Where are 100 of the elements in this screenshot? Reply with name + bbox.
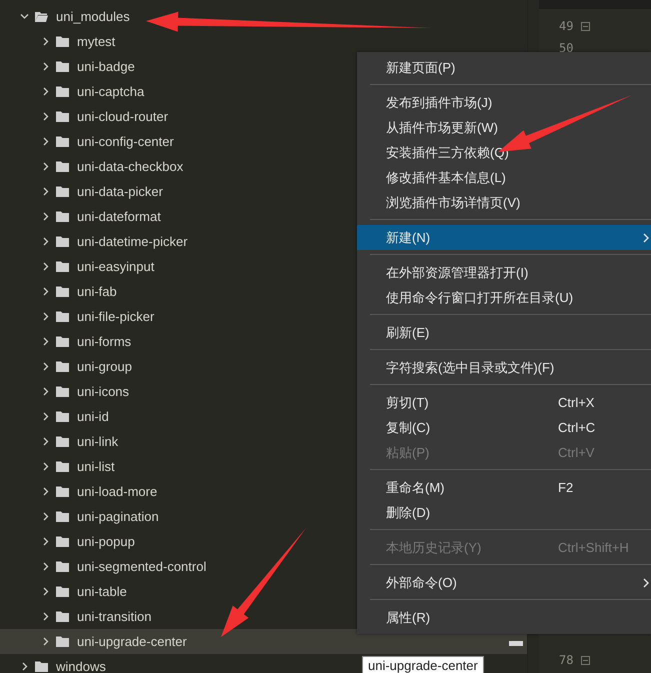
folder-name[interactable]: uni_modules [56, 9, 130, 24]
chevron-right-icon[interactable] [41, 312, 50, 321]
folder-name[interactable]: uni-data-picker [77, 184, 163, 199]
menu-item[interactable]: 从插件市场更新(W) [357, 115, 651, 140]
folder-name[interactable]: uni-badge [77, 59, 135, 74]
folder-icon [56, 336, 69, 347]
line-number: 78 [559, 653, 574, 667]
folder-name[interactable]: uni-fab [77, 284, 117, 299]
folder-icon [56, 486, 69, 497]
folder-icon [56, 461, 69, 472]
folder-icon [56, 86, 69, 97]
fold-icon[interactable] [581, 656, 590, 664]
folder-name[interactable]: uni-captcha [77, 84, 144, 99]
folder-icon [56, 636, 69, 647]
chevron-right-icon[interactable] [41, 437, 50, 446]
folder-name[interactable]: uni-transition [77, 609, 152, 624]
folder-name[interactable]: uni-link [77, 434, 118, 449]
chevron-right-icon[interactable] [41, 412, 50, 421]
chevron-right-icon[interactable] [41, 562, 50, 571]
chevron-right-icon[interactable] [41, 37, 50, 46]
folder-icon [56, 536, 69, 547]
chevron-right-icon[interactable] [20, 662, 29, 671]
folder-icon [56, 561, 69, 572]
chevron-right-icon[interactable] [41, 112, 50, 121]
folder-name[interactable]: uni-cloud-router [77, 109, 168, 124]
folder-name[interactable]: uni-segmented-control [77, 559, 206, 574]
folder-name[interactable]: uni-group [77, 359, 132, 374]
folder-name[interactable]: windows [56, 659, 106, 673]
tree-item[interactable]: uni-upgrade-center [0, 629, 527, 654]
menu-item[interactable]: 外部命令(O) [357, 570, 651, 595]
folder-name[interactable]: uni-config-center [77, 134, 174, 149]
chevron-right-icon[interactable] [41, 387, 50, 396]
chevron-right-icon[interactable] [41, 487, 50, 496]
menu-item[interactable]: 发布到插件市场(J) [357, 90, 651, 115]
chevron-right-icon[interactable] [41, 612, 50, 621]
folder-icon [56, 611, 69, 622]
folder-name[interactable]: uni-easyinput [77, 259, 154, 274]
line-number: 49 [559, 19, 574, 33]
folder-name[interactable]: uni-forms [77, 334, 132, 349]
menu-item[interactable]: 删除(D) [357, 500, 651, 525]
folder-icon [56, 361, 69, 372]
folder-name[interactable]: uni-pagination [77, 509, 159, 524]
chevron-right-icon[interactable] [41, 637, 50, 646]
chevron-right-icon[interactable] [41, 212, 50, 221]
menu-item[interactable]: 字符搜索(选中目录或文件)(F) [357, 355, 651, 380]
tooltip: uni-upgrade-center [362, 656, 484, 673]
folder-icon [56, 211, 69, 222]
chevron-right-icon[interactable] [41, 337, 50, 346]
chevron-right-icon[interactable] [41, 462, 50, 471]
chevron-right-icon[interactable] [41, 137, 50, 146]
folder-icon [56, 411, 69, 422]
folder-icon [56, 386, 69, 397]
folder-icon [35, 11, 48, 22]
menu-item[interactable]: 浏览插件市场详情页(V) [357, 190, 651, 215]
chevron-right-icon[interactable] [41, 362, 50, 371]
folder-icon [56, 436, 69, 447]
folder-name[interactable]: uni-file-picker [77, 309, 154, 324]
chevron-right-icon[interactable] [41, 287, 50, 296]
chevron-right-icon[interactable] [41, 512, 50, 521]
folder-name[interactable]: uni-datetime-picker [77, 234, 188, 249]
folder-icon [56, 36, 69, 47]
folder-icon [56, 61, 69, 72]
menu-item[interactable]: 重命名(M) F2 [357, 475, 651, 500]
folder-name[interactable]: mytest [77, 34, 116, 49]
chevron-right-icon[interactable] [41, 187, 50, 196]
chevron-right-icon[interactable] [41, 87, 50, 96]
folder-name[interactable]: uni-load-more [77, 484, 158, 499]
chevron-down-icon[interactable] [20, 12, 29, 21]
folder-icon [56, 311, 69, 322]
folder-name[interactable]: uni-table [77, 584, 127, 599]
menu-item[interactable]: 修改插件基本信息(L) [357, 165, 651, 190]
folder-name[interactable]: uni-id [77, 409, 109, 424]
menu-item[interactable]: 在外部资源管理器打开(I) [357, 260, 651, 285]
folder-icon [56, 511, 69, 522]
menu-item[interactable]: 属性(R) [357, 605, 651, 630]
folder-name[interactable]: uni-popup [77, 534, 135, 549]
folder-name[interactable]: uni-dateformat [77, 209, 161, 224]
folder-icon [56, 586, 69, 597]
menu-item[interactable]: 刷新(E) [357, 320, 651, 345]
menu-item[interactable]: 新建(N) [357, 225, 651, 250]
scrollbar-thumb[interactable] [509, 641, 523, 646]
fold-icon[interactable] [581, 22, 590, 30]
menu-item[interactable]: 使用命令行窗口打开所在目录(U) [357, 285, 651, 310]
chevron-right-icon[interactable] [41, 162, 50, 171]
folder-icon [56, 186, 69, 197]
chevron-right-icon[interactable] [41, 262, 50, 271]
folder-icon [56, 261, 69, 272]
chevron-right-icon[interactable] [41, 62, 50, 71]
menu-item[interactable]: 新建页面(P) [357, 55, 651, 80]
folder-name[interactable]: uni-list [77, 459, 115, 474]
chevron-right-icon[interactable] [41, 587, 50, 596]
line-number: 50 [559, 41, 574, 55]
chevron-right-icon[interactable] [41, 537, 50, 546]
folder-name[interactable]: uni-icons [77, 384, 130, 399]
menu-item[interactable]: 复制(C) Ctrl+C [357, 415, 651, 440]
folder-icon [56, 236, 69, 247]
folder-name[interactable]: uni-upgrade-center [77, 634, 187, 649]
chevron-right-icon[interactable] [41, 237, 50, 246]
folder-name[interactable]: uni-data-checkbox [77, 159, 184, 174]
menu-item[interactable]: 剪切(T) Ctrl+X [357, 390, 651, 415]
